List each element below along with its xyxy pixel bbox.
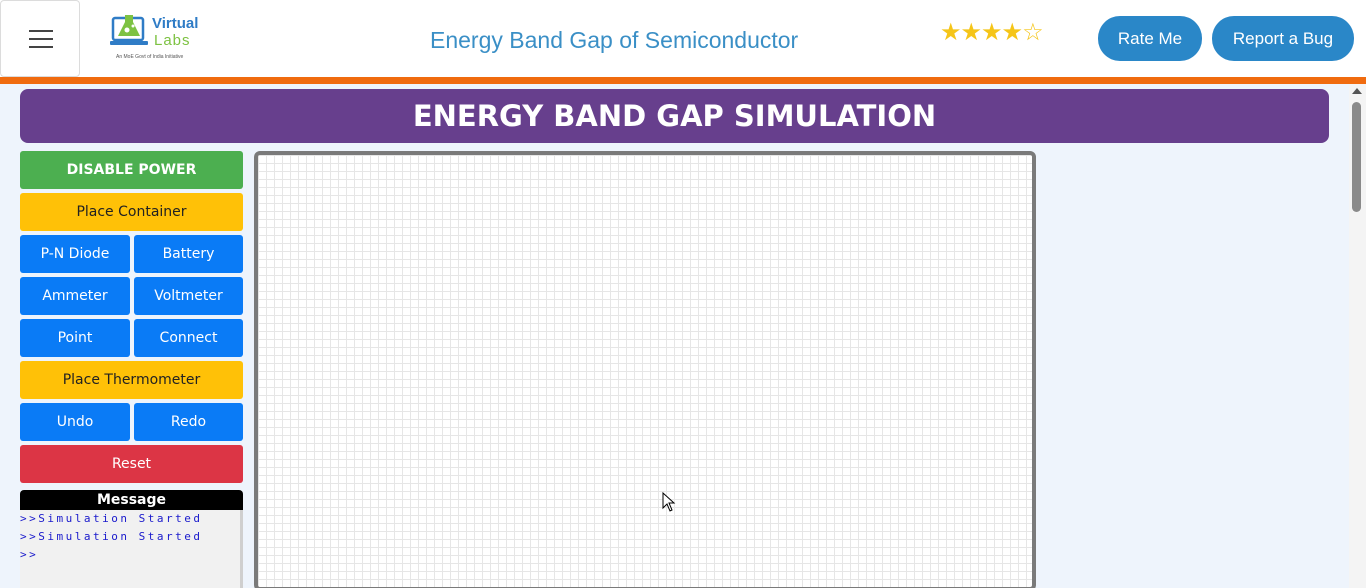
place-container-button[interactable]: Place Container [20,193,243,231]
undo-button[interactable]: Undo [20,403,130,441]
virtual-labs-logo[interactable]: Virtual Labs An MoE Govt of India Initia… [110,12,202,64]
experiment-title: Energy Band Gap of Semiconductor [430,27,799,53]
flask-logo-icon [110,15,148,45]
simulation-banner: ENERGY BAND GAP SIMULATION [20,89,1329,143]
star-filled-icon[interactable]: ★ [940,18,961,46]
battery-button[interactable]: Battery [134,235,243,273]
top-header: Virtual Labs An MoE Govt of India Initia… [0,0,1366,77]
header-divider [0,77,1366,84]
connect-button[interactable]: Connect [134,319,243,357]
reset-button[interactable]: Reset [20,445,243,483]
redo-button[interactable]: Redo [134,403,243,441]
message-line: >> [20,548,39,561]
scroll-up-arrow-icon[interactable] [1352,88,1362,94]
pn-diode-button[interactable]: P-N Diode [20,235,130,273]
star-filled-icon[interactable]: ★ [1002,18,1023,46]
hamburger-menu-button[interactable] [0,0,80,77]
message-line: >>Simulation Started [20,512,203,525]
logo-line1: Virtual [152,15,199,32]
star-filled-icon[interactable]: ★ [961,18,982,46]
logo-line2: Labs [154,32,191,49]
ammeter-button[interactable]: Ammeter [20,277,130,315]
rate-me-button[interactable]: Rate Me [1098,16,1202,61]
voltmeter-button[interactable]: Voltmeter [134,277,243,315]
disable-power-button[interactable]: DISABLE POWER [20,151,243,189]
star-empty-icon[interactable]: ☆ [1022,18,1043,46]
scrollbar-thumb[interactable] [1352,102,1361,212]
logo-tagline: An MoE Govt of India Initiative [116,54,184,60]
message-panel-title: Message [20,490,243,510]
menu-icon [29,30,53,32]
message-line: >>Simulation Started [20,530,203,543]
report-bug-button[interactable]: Report a Bug [1212,16,1354,61]
point-button[interactable]: Point [20,319,130,357]
place-thermometer-button[interactable]: Place Thermometer [20,361,243,399]
rating-stars[interactable]: ★★★★☆ [940,18,1044,46]
mouse-cursor-icon [662,492,676,512]
star-filled-icon[interactable]: ★ [981,18,1002,46]
simulation-canvas[interactable] [254,151,1036,588]
message-log[interactable]: >>Simulation Started >>Simulation Starte… [20,510,243,588]
